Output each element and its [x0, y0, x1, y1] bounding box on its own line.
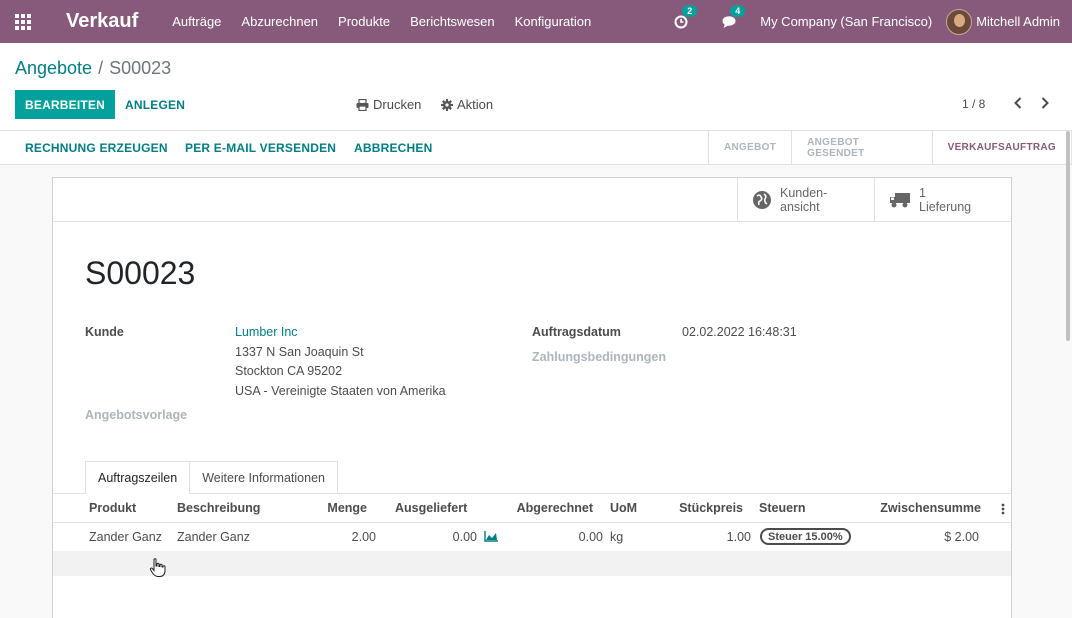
cell-unit-price: 1.00 — [726, 530, 751, 544]
pager-previous-button[interactable] — [1010, 93, 1026, 113]
notebook-tabs: Auftragszeilen Weitere Informationen — [85, 461, 338, 494]
user-menu[interactable]: Mitchell Admin — [946, 8, 1072, 35]
action-label: Aktion — [457, 97, 494, 112]
top-navbar: Verkauf Aufträge Abzurechnen Produkte Be… — [0, 0, 1072, 43]
tax-badge: Steuer 15.00% — [760, 528, 851, 545]
truck-icon — [890, 193, 910, 208]
breadcrumb: Angebote / S00023 — [15, 58, 171, 79]
tab-order-lines[interactable]: Auftragszeilen — [85, 461, 191, 494]
send-by-email-button[interactable]: PER E-MAIL VERSENDEN — [185, 131, 336, 164]
gear-icon — [441, 98, 453, 111]
customer-label: Kunde — [85, 325, 124, 339]
grid-icon — [15, 13, 31, 30]
action-menu[interactable]: Aktion — [441, 97, 493, 112]
main-menu: Aufträge Abzurechnen Produkte Berichtswe… — [162, 14, 601, 29]
address-line-1: 1337 N San Joaquin St — [235, 345, 364, 359]
empty-row — [53, 576, 1011, 601]
menu-item-orders[interactable]: Aufträge — [162, 14, 231, 29]
address-line-3: USA - Vereinigte Staaten von Amerika — [235, 384, 446, 398]
messages-count-badge: 4 — [730, 4, 746, 17]
status-steps: ANGEBOT ANGEBOT GESENDET VERKAUFSAUFTRAG — [708, 131, 1072, 164]
quotation-template-label: Angebotsvorlage — [85, 408, 188, 422]
app-name[interactable]: Verkauf — [66, 10, 138, 33]
control-panel: Angebote / S00023 BEARBEITEN ANLEGEN Druck… — [0, 43, 1072, 131]
chevron-left-icon — [1014, 97, 1022, 109]
menu-item-configuration[interactable]: Konfiguration — [505, 14, 602, 29]
status-step-sales-order[interactable]: VERKAUFSAUFTRAG — [933, 131, 1072, 164]
page-scrollbar[interactable] — [1064, 131, 1072, 341]
activity-button[interactable]: 2 — [664, 4, 698, 29]
customer-link[interactable]: Lumber Inc — [235, 325, 298, 339]
clock-icon — [674, 15, 688, 28]
messaging-button[interactable]: 4 — [712, 4, 748, 29]
hand-cursor-icon — [149, 558, 166, 577]
statusbar: RECHNUNG ERZEUGEN PER E-MAIL VERSENDEN A… — [0, 131, 1072, 165]
menu-item-to-invoice[interactable]: Abzurechnen — [231, 14, 328, 29]
cell-invoiced: 0.00 — [578, 530, 603, 544]
column-options-icon[interactable] — [1001, 503, 1005, 515]
menu-item-reporting[interactable]: Berichtswesen — [400, 14, 505, 29]
form-sheet: Kunden- ansicht 1 Lieferung S00023 Kunde… — [52, 177, 1012, 618]
col-delivered[interactable]: Ausgeliefert — [395, 501, 467, 515]
pager-value[interactable]: 1 / 8 — [962, 97, 985, 111]
table-row[interactable]: Zander Ganz Zander Ganz 2.00 0.00 0.00 k… — [53, 524, 1011, 551]
customer-preview-line1: Kunden- — [780, 186, 828, 200]
chat-icon — [722, 15, 736, 28]
chevron-right-icon — [1041, 97, 1049, 109]
create-button[interactable]: ANLEGEN — [125, 90, 185, 119]
cell-uom: kg — [610, 530, 624, 544]
edit-button[interactable]: BEARBEITEN — [15, 90, 116, 119]
activity-count-badge: 2 — [682, 4, 698, 17]
order-date-value: 02.02.2022 16:48:31 — [682, 325, 797, 339]
smart-button-box: Kunden- ansicht 1 Lieferung — [53, 178, 1011, 222]
col-unit-price[interactable]: Stückpreis — [653, 501, 743, 515]
col-subtotal[interactable]: Zwischensumme — [853, 501, 981, 515]
user-name: Mitchell Admin — [976, 14, 1060, 29]
col-invoiced[interactable]: Abgerechnet — [493, 501, 593, 515]
breadcrumb-quotations[interactable]: Angebote — [15, 58, 92, 78]
delivery-label: Lieferung — [919, 200, 972, 214]
order-name: S00023 — [85, 255, 196, 291]
cell-quantity: 2.00 — [351, 530, 376, 544]
col-quantity[interactable]: Menge — [307, 501, 367, 515]
print-icon — [356, 98, 369, 111]
tab-other-info[interactable]: Weitere Informationen — [190, 461, 338, 494]
order-lines-header: Produkt Beschreibung Menge Ausgeliefert … — [53, 494, 1011, 523]
pager-next-button[interactable] — [1037, 93, 1053, 113]
breadcrumb-separator: / — [98, 58, 104, 78]
customer-preview-line2: ansicht — [780, 200, 820, 214]
company-switcher[interactable]: My Company (San Francisco) — [748, 14, 946, 29]
avatar — [946, 8, 973, 35]
payment-terms-label: Zahlungsbedingungen — [532, 350, 667, 364]
cell-product: Zander Ganz — [89, 530, 162, 544]
col-description[interactable]: Beschreibung — [177, 501, 260, 515]
delivery-count: 1 — [919, 186, 926, 200]
globe-icon — [753, 191, 771, 209]
cell-delivered: 0.00 — [452, 530, 477, 544]
empty-row — [53, 551, 1011, 576]
col-uom[interactable]: UoM — [610, 501, 637, 515]
cell-description: Zander Ganz — [177, 530, 250, 544]
menu-item-products[interactable]: Produkte — [328, 14, 400, 29]
create-invoice-button[interactable]: RECHNUNG ERZEUGEN — [25, 131, 168, 164]
status-step-quotation[interactable]: ANGEBOT — [709, 131, 793, 164]
forecast-chart-icon[interactable] — [484, 531, 498, 542]
order-date-label: Auftragsdatum — [532, 325, 621, 339]
systray: 2 4 My Company (San Francisco) Mitchell … — [664, 0, 1072, 43]
cancel-button[interactable]: ABBRECHEN — [354, 131, 432, 164]
cell-subtotal: $ 2.00 — [944, 530, 979, 544]
print-label: Drucken — [373, 97, 422, 112]
address-line-2: Stockton CA 95202 — [235, 364, 343, 378]
print-menu[interactable]: Drucken — [356, 97, 421, 112]
delivery-button[interactable]: 1 Lieferung — [874, 178, 1011, 222]
breadcrumb-current: S00023 — [109, 58, 172, 78]
col-taxes[interactable]: Steuern — [759, 501, 806, 515]
status-step-quotation-sent[interactable]: ANGEBOT GESENDET — [792, 131, 933, 164]
apps-menu-button[interactable] — [0, 0, 46, 43]
col-product[interactable]: Produkt — [89, 501, 136, 515]
customer-preview-button[interactable]: Kunden- ansicht — [737, 178, 874, 222]
